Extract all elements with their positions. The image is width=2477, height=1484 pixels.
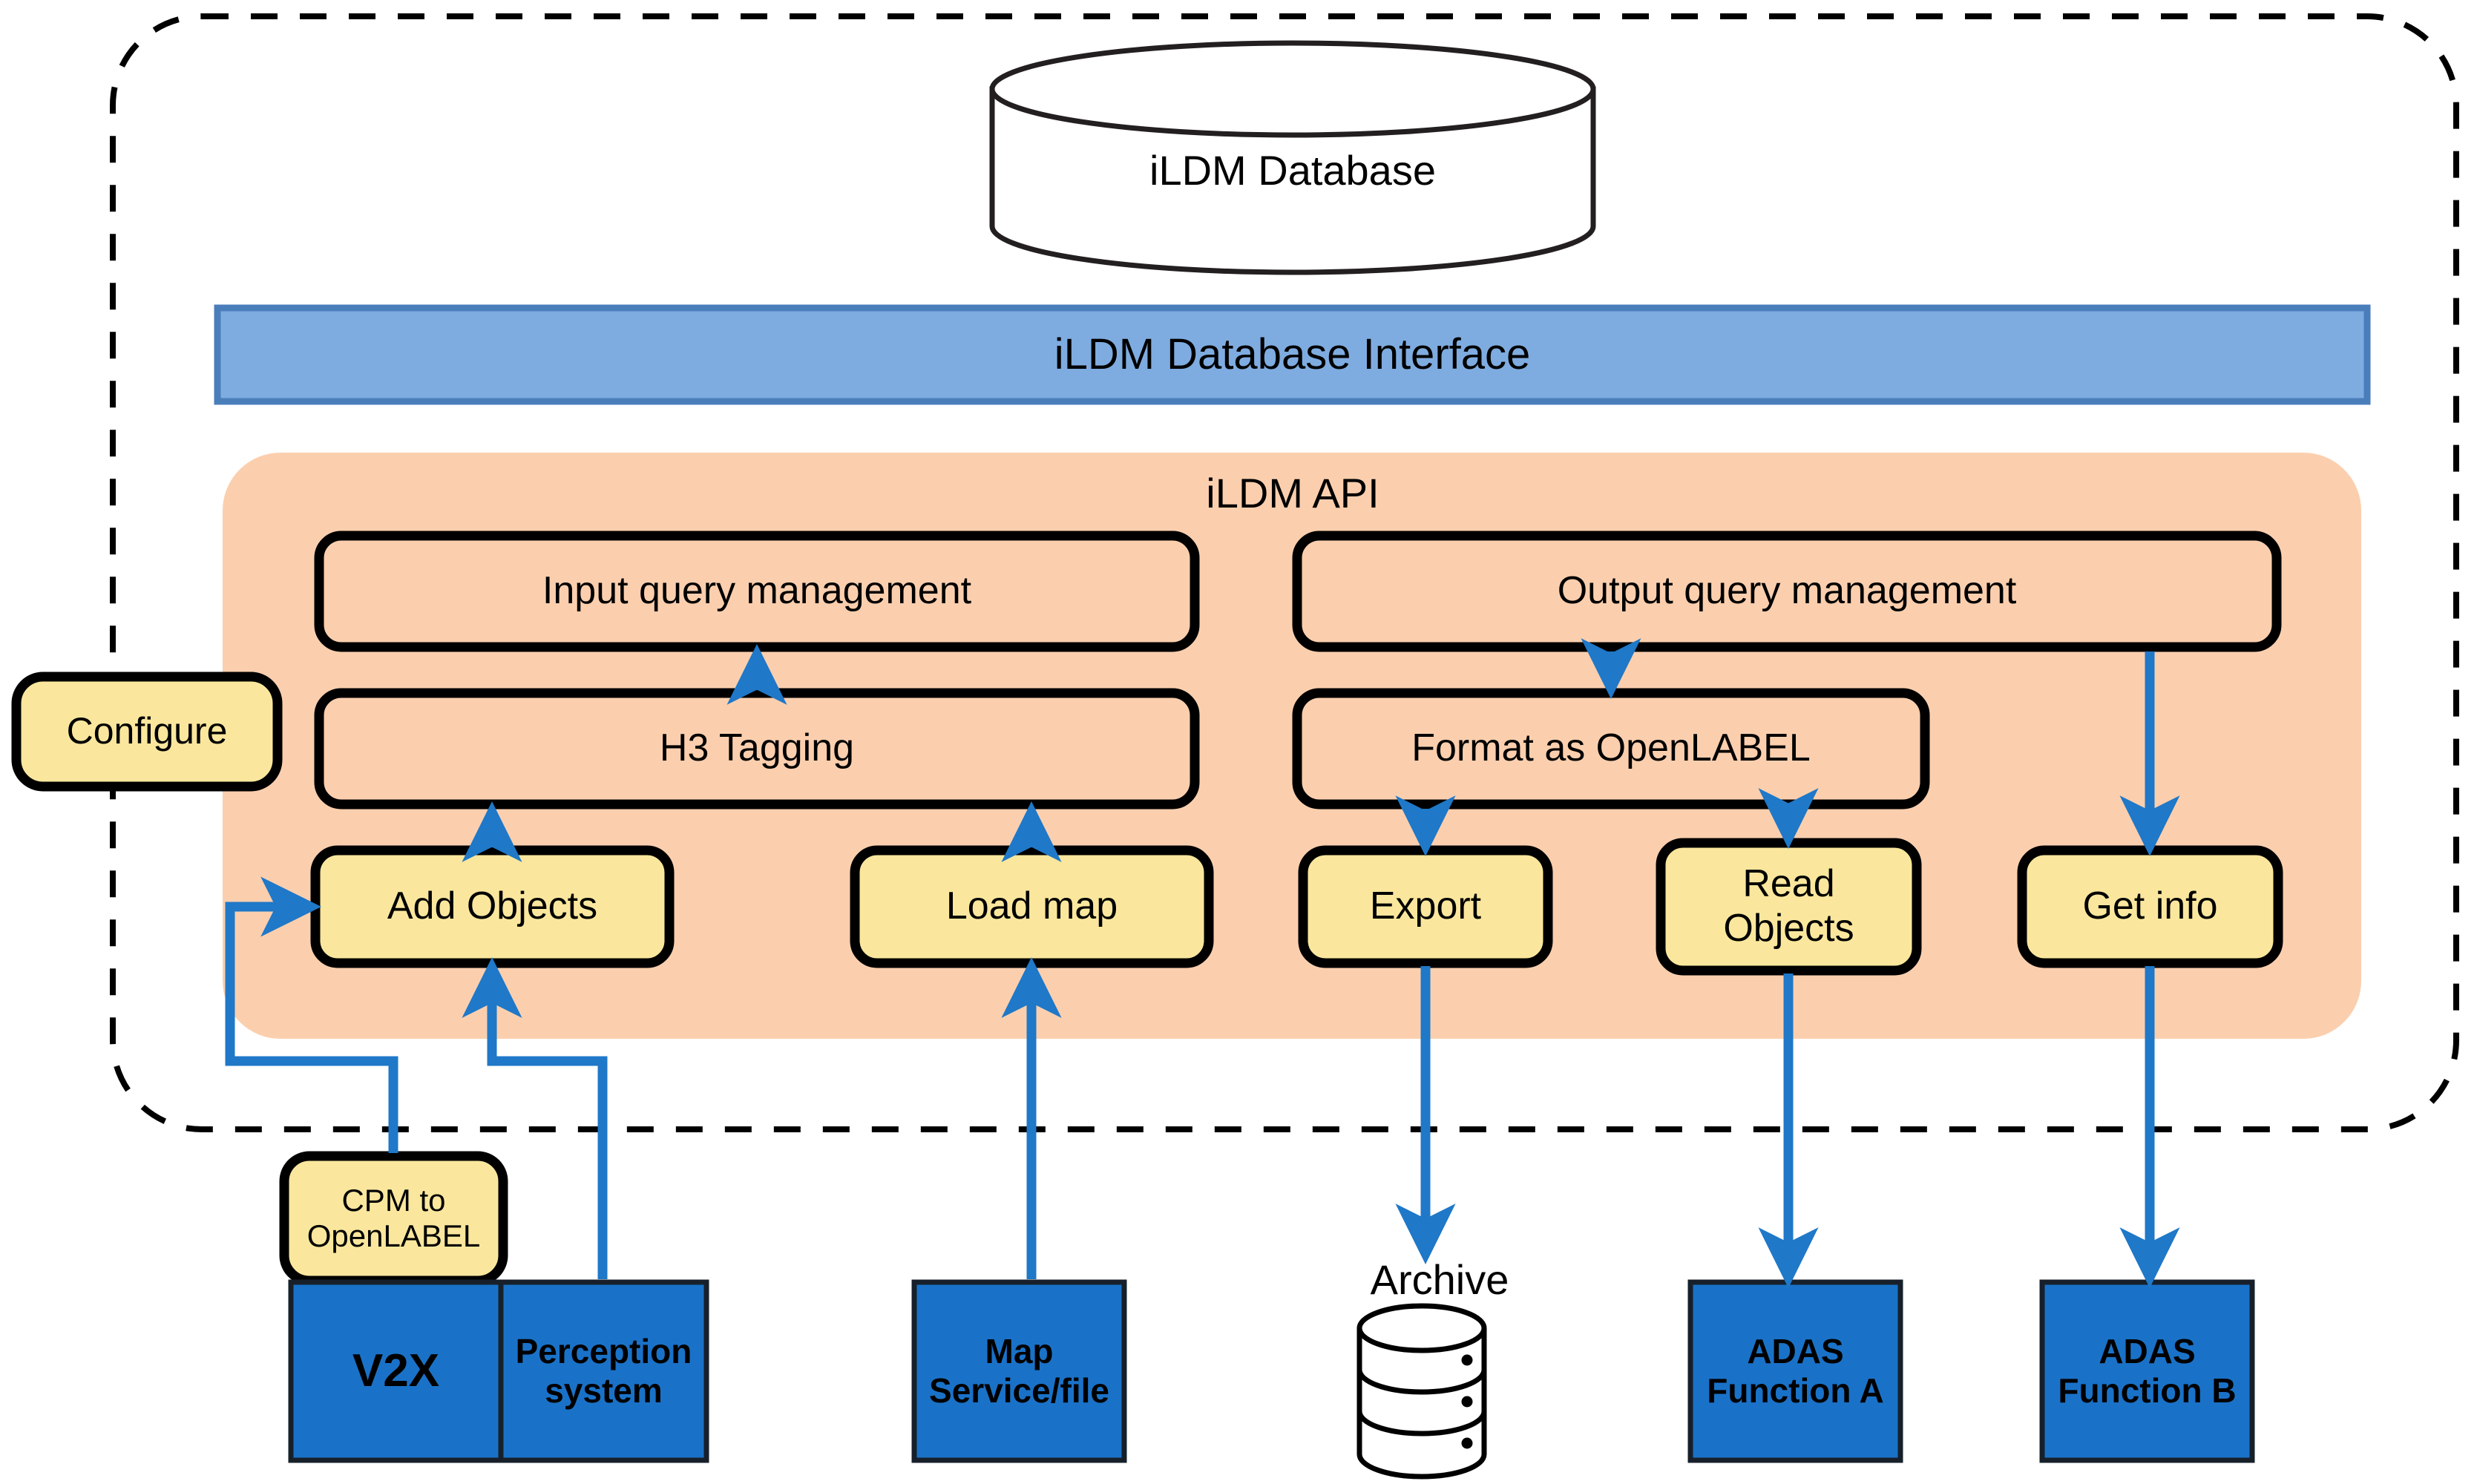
archive-stacked-disk-icon <box>1356 1303 1487 1480</box>
export-box <box>1298 845 1553 968</box>
adas-function-a-box <box>1687 1279 1903 1463</box>
map-service-file-box <box>911 1279 1127 1463</box>
diagram-canvas: iLDM Database iLDM Database Interface iL… <box>0 0 2477 1484</box>
ildm-database-interface-bar <box>214 304 2371 405</box>
get-info-box <box>2017 845 2283 968</box>
h3-tagging-box <box>314 688 1200 810</box>
output-query-management-box <box>1292 531 2282 652</box>
v2x-box <box>288 1279 504 1463</box>
perception-system-box <box>498 1279 709 1463</box>
diagram-vector-layer <box>11 13 2459 1480</box>
configure-box <box>11 672 283 792</box>
cpm-to-openlabel-box <box>279 1151 508 1286</box>
adas-function-b-box <box>2039 1279 2255 1463</box>
format-as-openlabel-box <box>1292 688 1930 810</box>
load-map-box <box>850 845 1214 968</box>
ildm-database-cylinder <box>989 40 1596 275</box>
read-objects-box <box>1656 838 1922 976</box>
add-objects-box <box>310 845 675 968</box>
input-query-management-box <box>314 531 1200 652</box>
